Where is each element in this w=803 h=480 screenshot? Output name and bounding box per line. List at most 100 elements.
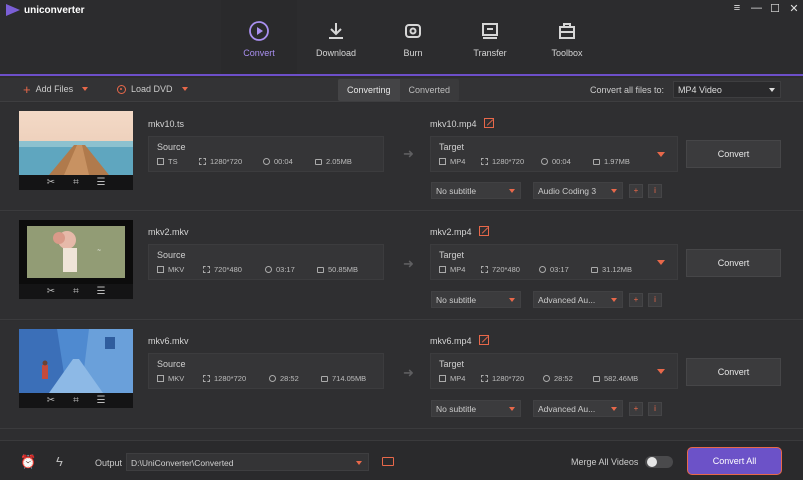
audio-select[interactable]: Audio Coding 3 — [533, 182, 623, 199]
chevron-down-icon — [611, 407, 617, 411]
chevron-down-icon — [769, 88, 775, 92]
logo-icon — [6, 4, 20, 16]
edit-icon[interactable] — [484, 118, 494, 128]
tab-convert[interactable]: Convert — [221, 0, 297, 74]
crop-icon[interactable]: ⌗ — [71, 286, 82, 297]
chevron-down-icon[interactable] — [657, 260, 665, 265]
folder-icon — [315, 158, 322, 165]
target-info[interactable]: Target MP4 1280*720 28:52 582.46MB — [430, 353, 678, 389]
output-path-select[interactable]: D:\UniConverter\Converted — [126, 453, 369, 471]
convert-button[interactable]: Convert — [686, 140, 781, 168]
tab-transfer[interactable]: Transfer — [452, 0, 528, 74]
video-thumbnail[interactable]: ✂ ⌗ ☰ — [19, 111, 133, 190]
clock-icon — [263, 158, 270, 165]
convert-icon — [249, 21, 269, 41]
effects-icon[interactable]: ☰ — [96, 177, 107, 188]
tab-converted[interactable]: Converted — [399, 79, 460, 101]
chevron-down-icon[interactable] — [657, 369, 665, 374]
target-info[interactable]: Target MP4 720*480 03:17 31.12MB — [430, 244, 678, 280]
minimize-icon[interactable]: — — [751, 2, 762, 15]
dvd-icon — [117, 84, 126, 94]
clock-icon — [539, 266, 546, 273]
resolution-icon — [203, 266, 210, 273]
subtitle-value: No subtitle — [436, 295, 477, 305]
audio-select[interactable]: Advanced Au... — [533, 291, 623, 308]
folder-icon — [591, 266, 598, 273]
tab-toolbox[interactable]: Toolbox — [529, 0, 605, 74]
tab-download[interactable]: Download — [298, 0, 374, 74]
scissors-icon[interactable]: ✂ — [46, 395, 57, 406]
source-duration: 28:52 — [280, 374, 299, 383]
source-size: 714.05MB — [332, 374, 367, 383]
edit-icon[interactable] — [479, 226, 489, 236]
convert-button[interactable]: Convert — [686, 358, 781, 386]
target-duration: 28:52 — [554, 374, 573, 383]
target-resolution: 720*480 — [492, 265, 520, 274]
clock-icon — [269, 375, 276, 382]
close-icon[interactable]: ✕ — [789, 2, 799, 15]
convert-all-format-select[interactable]: MP4 Video — [673, 81, 781, 98]
file-row: ✂ ⌗ ☰ mkv10.ts Source TS 1280*720 00:04 … — [0, 103, 803, 211]
audio-track-icon[interactable]: + — [629, 184, 643, 198]
alarm-clock-icon[interactable]: ⏰ — [20, 454, 36, 470]
info-icon[interactable]: i — [648, 402, 662, 416]
audio-track-icon[interactable]: + — [629, 293, 643, 307]
subtitle-value: No subtitle — [436, 404, 477, 414]
target-info[interactable]: Target MP4 1280*720 00:04 1.97MB — [430, 136, 678, 172]
tab-converting[interactable]: Converting — [338, 79, 400, 101]
burn-icon — [405, 24, 421, 38]
target-format: MP4 — [450, 374, 466, 383]
maximize-icon[interactable]: ☐ — [770, 2, 780, 15]
subtitle-select[interactable]: No subtitle — [431, 400, 521, 417]
lightning-icon[interactable]: ϟ — [56, 454, 63, 469]
open-folder-icon[interactable] — [382, 457, 394, 466]
scissors-icon[interactable]: ✂ — [46, 286, 57, 297]
chevron-down-icon[interactable] — [181, 87, 188, 91]
menu-icon[interactable]: ≡ — [732, 2, 742, 15]
effects-icon[interactable]: ☰ — [96, 286, 107, 297]
load-dvd-label: Load DVD — [131, 84, 173, 94]
load-dvd-button[interactable]: Load DVD — [117, 84, 188, 94]
scissors-icon[interactable]: ✂ — [46, 177, 57, 188]
source-format: MKV — [168, 374, 185, 383]
merge-all-toggle[interactable] — [645, 456, 673, 468]
audio-track-icon[interactable]: + — [629, 402, 643, 416]
source-resolution: 1280*720 — [210, 157, 243, 166]
source-format: TS — [168, 157, 178, 166]
subtitle-select[interactable]: No subtitle — [431, 182, 521, 199]
chevron-down-icon — [509, 407, 515, 411]
audio-select[interactable]: Advanced Au... — [533, 400, 623, 417]
convert-all-button[interactable]: Convert All — [687, 447, 782, 475]
film-icon — [157, 158, 164, 165]
edit-icon[interactable] — [479, 335, 489, 345]
thumbnail-toolbar: ✂ ⌗ ☰ — [19, 175, 133, 190]
target-size: 1.97MB — [604, 157, 630, 166]
audio-value: Advanced Au... — [538, 295, 596, 305]
main-nav: Convert Download Burn Transfer Toolbox — [221, 0, 606, 74]
tab-burn[interactable]: Burn — [375, 0, 451, 74]
top-bar: uniconverter ≡ — ☐ ✕ Convert Download Bu… — [0, 0, 803, 76]
add-files-button[interactable]: + Add Files — [23, 83, 89, 96]
resolution-icon — [481, 158, 488, 165]
subtitle-select[interactable]: No subtitle — [431, 291, 521, 308]
video-thumbnail[interactable]: ✂ ⌗ ☰ — [19, 329, 133, 408]
target-filename: mkv2.mp4 — [430, 227, 472, 237]
transfer-icon — [482, 23, 498, 39]
chevron-down-icon[interactable] — [82, 87, 89, 91]
target-filename: mkv10.mp4 — [430, 119, 477, 129]
convert-all-format-value: MP4 Video — [678, 85, 722, 95]
crop-icon[interactable]: ⌗ — [71, 177, 82, 188]
video-thumbnail[interactable]: ~ ✂ ⌗ ☰ — [19, 220, 133, 299]
convert-button[interactable]: Convert — [686, 249, 781, 277]
source-resolution: 1280*720 — [214, 374, 247, 383]
tab-burn-label: Burn — [403, 48, 423, 58]
svg-text:~: ~ — [97, 248, 101, 254]
chevron-down-icon[interactable] — [657, 152, 665, 157]
info-icon[interactable]: i — [648, 184, 662, 198]
crop-icon[interactable]: ⌗ — [71, 395, 82, 406]
source-label: Source — [157, 250, 186, 260]
effects-icon[interactable]: ☰ — [96, 395, 107, 406]
source-size: 50.85MB — [328, 265, 359, 274]
info-icon[interactable]: i — [648, 293, 662, 307]
thumbnail-image — [19, 111, 133, 175]
